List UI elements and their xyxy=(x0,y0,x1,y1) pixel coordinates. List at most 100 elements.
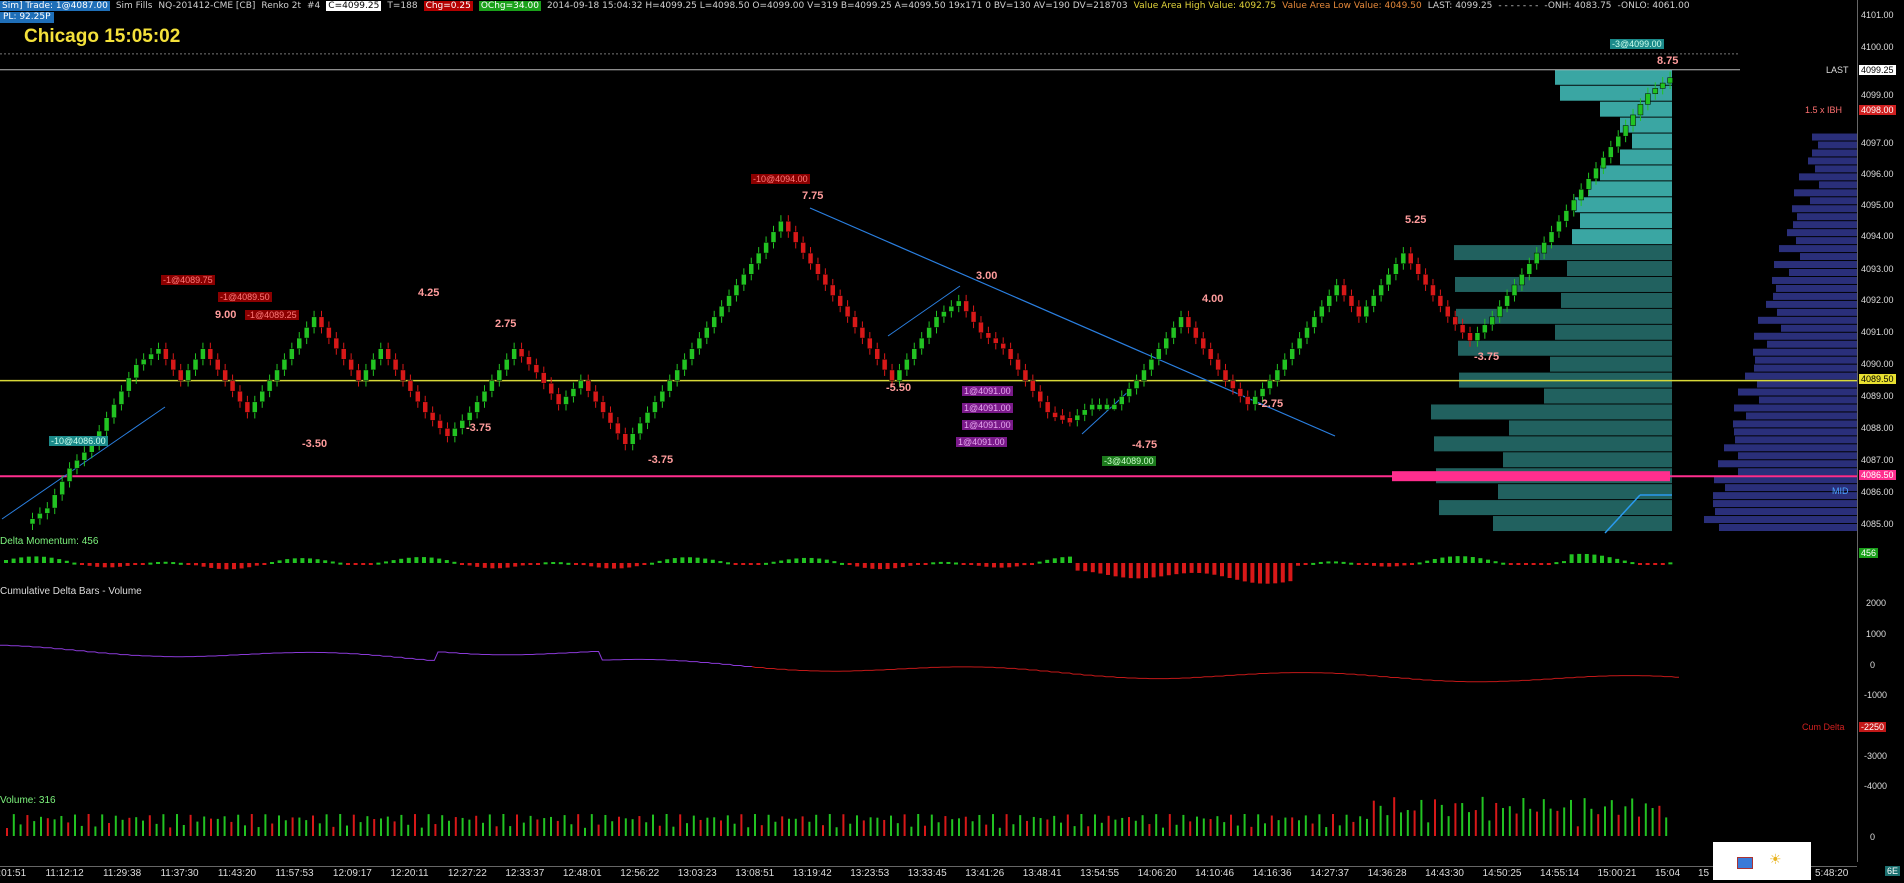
renko-bar xyxy=(118,390,125,405)
delta-momentum-bar xyxy=(452,561,457,564)
volume-profile-row xyxy=(1812,149,1857,157)
volume-profile-row xyxy=(1724,444,1857,452)
volume-bar xyxy=(550,816,552,836)
volume-bar xyxy=(148,815,151,836)
order-tag[interactable]: -10@4086.00 xyxy=(49,436,108,446)
volume-bar xyxy=(971,821,974,836)
renko-bar xyxy=(318,316,325,328)
renko-bar xyxy=(1052,412,1058,418)
renko-bar xyxy=(185,369,191,381)
delta-momentum-bar xyxy=(1668,562,1673,565)
volume-bar xyxy=(434,824,437,836)
delta-momentum-bar xyxy=(95,563,100,567)
delta-momentum-bar xyxy=(528,563,533,565)
volume-bar xyxy=(951,819,954,836)
network-icon[interactable] xyxy=(1737,857,1753,869)
order-tag[interactable]: 1@4091.00 xyxy=(956,437,1007,447)
renko-bar xyxy=(770,231,777,243)
delta-momentum-bar xyxy=(460,563,464,565)
sun-icon[interactable]: ☀ xyxy=(1769,852,1782,868)
delta-momentum-bar xyxy=(1098,563,1103,574)
order-tag[interactable]: -1@4089.50 xyxy=(218,292,272,302)
volume-bar xyxy=(1536,811,1538,836)
delta-momentum-bar xyxy=(1280,563,1285,583)
volume-bar xyxy=(890,815,892,836)
renko-bar xyxy=(1504,295,1510,307)
order-tag[interactable]: 1@4091.00 xyxy=(962,403,1013,413)
volume-bar xyxy=(536,819,539,836)
volume-bar xyxy=(1100,822,1103,836)
renko-bar xyxy=(533,364,540,373)
delta-momentum-bar xyxy=(893,563,898,569)
profile-row xyxy=(1550,356,1672,372)
delta-momentum-bar xyxy=(1250,563,1255,583)
volume-bar xyxy=(420,827,423,836)
delta-momentum-bar xyxy=(262,563,267,565)
volume-profile-row xyxy=(1772,276,1857,284)
volume-bar xyxy=(767,814,770,836)
profile-row xyxy=(1509,420,1672,436)
delta-momentum-bar xyxy=(64,560,69,563)
volume-bar xyxy=(1284,817,1287,836)
delta-momentum-bar xyxy=(1486,559,1490,563)
profile-row xyxy=(1544,388,1672,404)
volume-bar xyxy=(1420,799,1423,836)
volume-bar xyxy=(1570,799,1572,836)
order-tag[interactable]: -10@4094.00 xyxy=(751,174,810,184)
delta-momentum-bar xyxy=(855,563,860,567)
delta-momentum-bar xyxy=(1227,563,1232,578)
delta-momentum-bar xyxy=(406,557,411,563)
cum-delta-tick: -3000 xyxy=(1864,751,1888,761)
volume-bar xyxy=(386,816,389,836)
volume-profile-row xyxy=(1819,181,1857,189)
renko-bar xyxy=(704,327,710,339)
profile-row xyxy=(1555,69,1672,85)
delta-momentum-bar xyxy=(308,558,312,563)
renko-bar xyxy=(741,274,747,286)
volume-bar xyxy=(1529,808,1532,836)
price-tick: 4091.00 xyxy=(1861,327,1894,337)
renko-bar xyxy=(918,337,925,349)
chart-canvas[interactable] xyxy=(0,0,1857,866)
renko-bar xyxy=(548,382,554,395)
volume-bar xyxy=(60,815,63,836)
volume-bar xyxy=(1488,820,1491,836)
cum-delta-tick: 0 xyxy=(1870,832,1876,842)
volume-profile-row xyxy=(1799,173,1857,181)
renko-bar xyxy=(792,231,799,243)
renko-bar xyxy=(807,252,814,264)
delta-momentum-bar xyxy=(1516,563,1521,565)
order-tag[interactable]: 1@4091.00 xyxy=(962,420,1013,430)
renko-bar xyxy=(244,401,251,413)
renko-bar xyxy=(1096,404,1103,410)
order-tag[interactable]: -3@4099.00 xyxy=(1610,39,1664,49)
order-tag[interactable]: -3@4089.00 xyxy=(1102,456,1156,466)
profile-row xyxy=(1575,197,1672,213)
renko-bar xyxy=(600,401,606,413)
renko-bar xyxy=(578,380,584,389)
volume-bar xyxy=(346,825,348,836)
volume-bar xyxy=(1107,815,1110,836)
order-tag[interactable]: -1@4089.75 xyxy=(161,275,215,285)
renko-bar xyxy=(644,412,651,424)
renko-bar xyxy=(1185,316,1192,328)
volume-profile-row xyxy=(1776,284,1857,292)
renko-bar xyxy=(1119,396,1125,405)
delta-momentum-bar xyxy=(916,563,920,565)
order-tag[interactable]: -1@4089.25 xyxy=(245,310,299,320)
volume-profile-row xyxy=(1753,348,1857,356)
volume-profile-row xyxy=(1787,229,1857,237)
time-tick: 11:37:30 xyxy=(160,868,199,879)
delta-momentum-bar xyxy=(1546,563,1551,565)
volume-bar xyxy=(1495,802,1498,836)
volume-bar xyxy=(1087,826,1090,836)
delta-momentum-bar xyxy=(429,557,434,563)
price-axis[interactable]: 4101.00 4100.00 4099.00 4097.00 4096.00 … xyxy=(1857,0,1904,876)
volume-profile-row xyxy=(1793,221,1857,229)
volume-bar xyxy=(318,823,321,836)
volume-bar xyxy=(699,819,702,836)
renko-bar xyxy=(615,422,621,434)
renko-bar xyxy=(911,348,918,360)
delta-momentum-bar xyxy=(346,563,350,565)
order-tag[interactable]: 1@4091.00 xyxy=(962,386,1013,396)
